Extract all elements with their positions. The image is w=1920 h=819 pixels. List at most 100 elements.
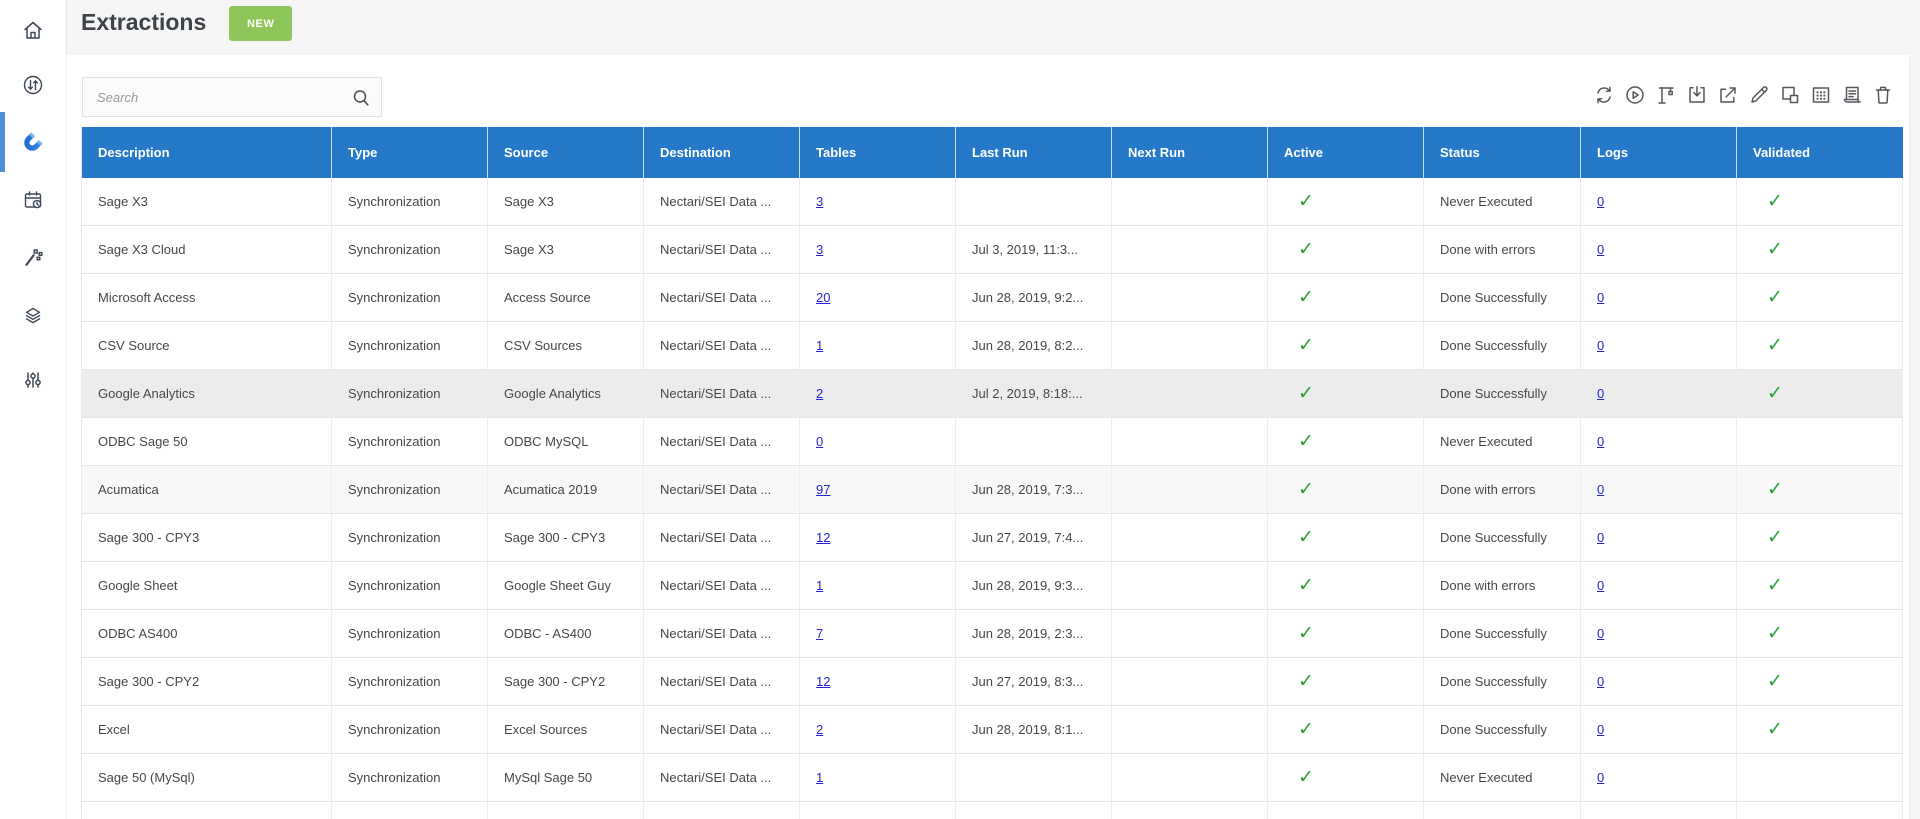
active-check-icon: ✓ <box>1298 623 1314 644</box>
sidebar-item-extractions[interactable] <box>21 130 45 154</box>
sidebar-item-home[interactable] <box>21 18 45 42</box>
cell-type: Synchronization <box>332 418 488 466</box>
cell-status: Never Executed <box>1424 178 1581 226</box>
active-check-icon: ✓ <box>1298 335 1314 356</box>
edit-pencil-icon[interactable] <box>1747 83 1771 107</box>
cell-logs: 0 <box>1581 418 1737 466</box>
logs-count-link[interactable]: 0 <box>1597 434 1604 449</box>
sidebar-item-settings[interactable] <box>21 368 45 392</box>
cell-status: Done with errors <box>1424 226 1581 274</box>
logs-count-link[interactable]: 0 <box>1597 290 1604 305</box>
tables-count-link[interactable]: 1 <box>816 578 823 593</box>
logs-count-link[interactable]: 0 <box>1597 338 1604 353</box>
logs-count-link[interactable]: 0 <box>1597 482 1604 497</box>
tables-count-link[interactable]: 97 <box>816 482 830 497</box>
logs-count-link[interactable]: 0 <box>1597 386 1604 401</box>
column-header-destination[interactable]: Destination <box>644 127 800 178</box>
cell-description: ODBC Sage 50 <box>82 418 332 466</box>
export-icon[interactable] <box>1716 83 1740 107</box>
tables-count-link[interactable]: 2 <box>816 722 823 737</box>
calendar-clock-icon <box>24 191 42 209</box>
cell-logs: 0 <box>1581 610 1737 658</box>
cell-next-run <box>1112 418 1268 466</box>
cell-last-run: Jul 3, 2019, 11:3... <box>956 226 1112 274</box>
extractions-table: Description Type Source Destination Tables La… <box>81 127 1903 819</box>
cell-last-run: Jun 28, 2019, 2:3... <box>956 610 1112 658</box>
sidebar-item-layers[interactable] <box>21 304 45 328</box>
search-icon[interactable] <box>349 86 373 110</box>
cell-description: Microsoft Access <box>82 274 332 322</box>
validated-check-icon: ✓ <box>1767 623 1783 644</box>
cell-last-run: Jun 28, 2019, 9:2... <box>956 274 1112 322</box>
tables-count-link[interactable]: 2 <box>816 386 823 401</box>
tables-count-link[interactable]: 1 <box>816 770 823 785</box>
cell-type: Synchronization <box>332 514 488 562</box>
column-header-next-run[interactable]: Next Run <box>1112 127 1268 178</box>
cell-destination: Nectari/SEI Data ... <box>644 274 800 322</box>
active-check-icon: ✓ <box>1298 239 1314 260</box>
validated-check-icon: ✓ <box>1767 671 1783 692</box>
new-extraction-button[interactable]: NEW <box>229 6 293 41</box>
cell-destination: Nectari/SEI Data ... <box>644 658 800 706</box>
cell-next-run <box>1112 226 1268 274</box>
column-header-tables[interactable]: Tables <box>800 127 956 178</box>
logs-count-link[interactable]: 0 <box>1597 674 1604 689</box>
cell-destination: Nectari/SEI Data ... <box>644 226 800 274</box>
cell-last-run: Jun 28, 2019, 8:2... <box>956 322 1112 370</box>
cell-destination: Nectari/SEI Data ... <box>644 322 800 370</box>
logs-count-link[interactable]: 0 <box>1597 578 1604 593</box>
cell-tables: 1 <box>800 754 956 802</box>
tables-count-link[interactable]: 3 <box>816 242 823 257</box>
cell-next-run <box>1112 514 1268 562</box>
delete-trash-icon[interactable] <box>1871 83 1895 107</box>
cell-logs: 0 <box>1581 658 1737 706</box>
tables-count-link[interactable]: 1 <box>816 338 823 353</box>
column-header-active[interactable]: Active <box>1268 127 1424 178</box>
sidebar-item-processes[interactable] <box>21 246 45 270</box>
logs-document-icon[interactable] <box>1840 83 1864 107</box>
cell-status: Done Successfully <box>1424 706 1581 754</box>
build-crane-icon[interactable] <box>1654 83 1678 107</box>
cell-status: Done Successfully <box>1424 370 1581 418</box>
search-input[interactable] <box>83 78 381 116</box>
tables-count-link[interactable]: 12 <box>816 530 830 545</box>
column-header-description[interactable]: Description <box>82 127 332 178</box>
column-header-logs[interactable]: Logs <box>1581 127 1737 178</box>
tables-count-link[interactable]: 3 <box>816 194 823 209</box>
logs-count-link[interactable]: 0 <box>1597 770 1604 785</box>
column-header-type[interactable]: Type <box>332 127 488 178</box>
logs-count-link[interactable]: 0 <box>1597 242 1604 257</box>
download-icon[interactable] <box>1685 83 1709 107</box>
active-check-icon: ✓ <box>1298 287 1314 308</box>
cell-last-run: Jun 27, 2019, 8:3... <box>956 658 1112 706</box>
cell-description: Google Sheet <box>82 562 332 610</box>
sidebar <box>0 0 66 819</box>
logs-count-link[interactable]: 0 <box>1597 722 1604 737</box>
sidebar-item-scheduler[interactable] <box>21 188 45 212</box>
cell-type: Synchronization <box>332 562 488 610</box>
column-header-validated[interactable]: Validated <box>1737 127 1903 178</box>
cell-active: ✓ <box>1268 754 1424 802</box>
cell-description: Acumatica <box>82 466 332 514</box>
cell-active: ✓ <box>1268 370 1424 418</box>
tables-count-link[interactable]: 7 <box>816 626 823 641</box>
column-header-source[interactable]: Source <box>488 127 644 178</box>
logs-count-link[interactable]: 0 <box>1597 626 1604 641</box>
column-header-status[interactable]: Status <box>1424 127 1581 178</box>
logs-count-link[interactable]: 0 <box>1597 530 1604 545</box>
active-check-icon: ✓ <box>1298 719 1314 740</box>
refresh-icon[interactable] <box>1592 83 1616 107</box>
cell-description: Google Analytics <box>82 370 332 418</box>
table-grid-icon[interactable] <box>1809 83 1833 107</box>
tables-count-link[interactable]: 12 <box>816 674 830 689</box>
cell-active: ✓ <box>1268 514 1424 562</box>
tables-count-link[interactable]: 0 <box>816 434 823 449</box>
copy-icon[interactable] <box>1778 83 1802 107</box>
sidebar-item-data-transfer[interactable] <box>21 73 45 97</box>
column-header-last-run[interactable]: Last Run <box>956 127 1112 178</box>
tables-count-link[interactable]: 20 <box>816 290 830 305</box>
run-icon[interactable] <box>1623 83 1647 107</box>
cell-next-run <box>1112 178 1268 226</box>
validated-check-icon: ✓ <box>1767 575 1783 596</box>
logs-count-link[interactable]: 0 <box>1597 194 1604 209</box>
